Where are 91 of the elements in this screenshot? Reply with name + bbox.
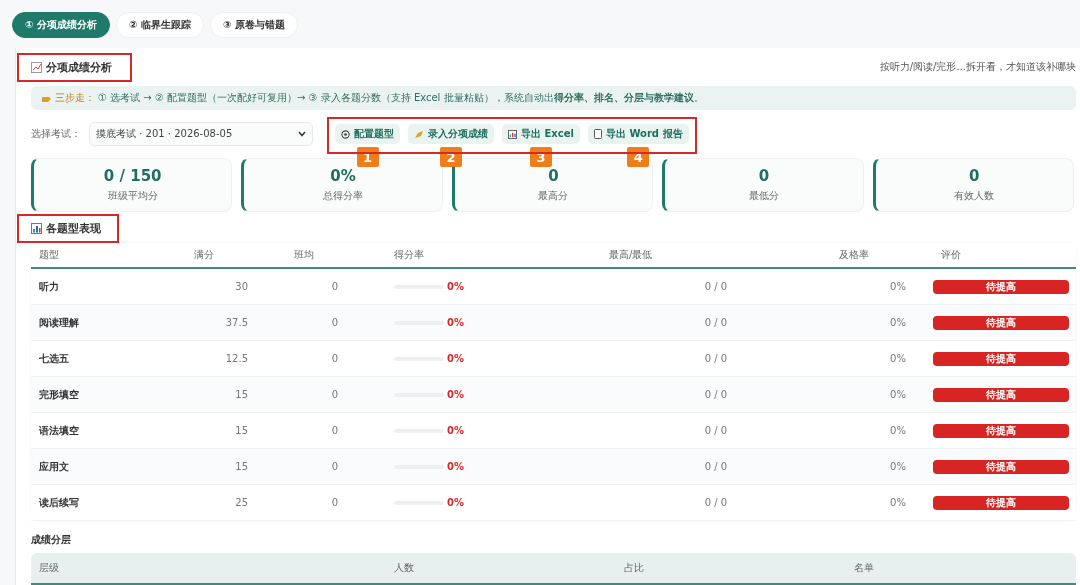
table-cell-text: 0 (330, 425, 339, 436)
column-header: 及格率 (838, 248, 870, 262)
verdict-badge: 待提高 (933, 279, 1069, 294)
table-cell-text: 0 / 0 (703, 353, 729, 364)
verdict-badge: 待提高 (933, 495, 1069, 510)
table-cell-text: 0 / 0 (703, 317, 729, 328)
tab[interactable]: ③ 原卷与错题 (209, 12, 298, 38)
table-cell-text: 0% (889, 497, 907, 508)
action-button[interactable]: 导出 Word 报告 (587, 124, 689, 144)
column-header: 人数 (393, 561, 415, 575)
verdict-badge: 待提高 (933, 315, 1069, 330)
rate-value: 0% (447, 281, 464, 292)
table-cell-text: 0 (330, 497, 339, 508)
tab[interactable]: ② 临界生跟踪 (115, 12, 204, 38)
table-cell-text: 25 (234, 497, 249, 508)
gear-icon (341, 129, 350, 139)
verdict-badge: 待提高 (933, 351, 1069, 366)
table-cell-text: 15 (234, 425, 249, 436)
stat-value: 0 / 150 (103, 167, 162, 185)
table-cell-text: 0 / 0 (703, 425, 729, 436)
table-cell-text: 0% (889, 353, 907, 364)
tier-title: 成绩分层 (31, 533, 72, 547)
notice-text: ① 选考试 → ② 配置题型（一次配好可复用）→ ③ 录入各题分数（支持 Excel 批量粘贴），系统自动出得分率、排名、分层与教学建议。 (98, 91, 704, 105)
table-cell-text: 阅读理解 (38, 315, 80, 330)
table-cell-text: 应用文 (38, 459, 70, 474)
column-header: 评价 (940, 248, 962, 262)
table-cell-text: 0 (330, 389, 339, 400)
table-cell-text: 0 (330, 281, 339, 292)
table-cell-text: 0% (889, 461, 907, 472)
rate-value: 0% (447, 389, 464, 400)
stat-label: 有效人数 (954, 189, 995, 203)
column-header: 得分率 (393, 248, 425, 262)
rate-value: 0% (447, 425, 464, 436)
chart-icon (31, 61, 42, 73)
stat-label: 最高分 (538, 189, 569, 203)
action-button[interactable]: 录入分项成绩 (408, 124, 494, 144)
table-cell-text: 完形填空 (38, 387, 80, 402)
tab[interactable]: ① 分项成绩分析 (12, 12, 110, 38)
table-cell-text: 30 (234, 281, 249, 292)
column-header: 题型 (38, 248, 60, 262)
table-cell-text: 0 (330, 317, 339, 328)
column-header: 占比 (623, 561, 645, 575)
chevron-down-icon (298, 131, 306, 137)
stat-label: 总得分率 (323, 189, 364, 203)
stat-value: 0 (969, 167, 980, 185)
stat-label: 班级平均分 (107, 189, 158, 203)
column-header: 最高/最低 (608, 248, 654, 262)
table-cell-text: 0% (889, 281, 907, 292)
table-cell-text: 0 / 0 (703, 389, 729, 400)
table-cell-text: 12.5 (224, 353, 249, 364)
table-cell-text: 37.5 (224, 317, 249, 328)
exam-label: 选择考试： (31, 127, 81, 141)
column-header: 满分 (193, 248, 215, 262)
table-cell-text: 读后续写 (38, 495, 80, 510)
column-header: 班均 (293, 248, 315, 262)
table-cell-text: 0 / 0 (703, 281, 729, 292)
table-cell-text: 0% (889, 317, 907, 328)
table-cell-text: 语法填空 (38, 423, 80, 438)
table-cell-text: 0 / 0 (703, 461, 729, 472)
stat-value: 0 (758, 167, 770, 185)
column-header: 名单 (853, 561, 875, 575)
bar-chart-icon (31, 222, 42, 234)
rate-value: 0% (447, 353, 464, 364)
rate-value: 0% (447, 317, 464, 328)
verdict-badge: 待提高 (933, 387, 1069, 402)
stat-value: 0 (548, 167, 559, 185)
table-cell-text: 0 (330, 353, 339, 364)
table-cell-text: 15 (234, 389, 249, 400)
rate-value: 0% (447, 461, 464, 472)
table-cell-text: 0% (889, 425, 907, 436)
chart-icon (508, 129, 517, 139)
table-cell-text: 0% (889, 389, 907, 400)
table-cell-text: 七选五 (38, 351, 70, 366)
column-header: 层级 (38, 561, 60, 575)
exam-select[interactable]: 摸底考试 · 201 · 2026-08-05 (89, 122, 313, 146)
panel-title: 分项成绩分析 (46, 59, 112, 75)
table-cell-text: 听力 (38, 279, 60, 294)
rate-value: 0% (447, 497, 464, 508)
panel-subtitle: 按听力/阅读/完形...拆开看，才知道该补哪块 (879, 60, 1076, 74)
action-button[interactable]: 导出 Excel (502, 124, 580, 144)
notice-lead: 三步走： (55, 91, 95, 105)
stat-label: 最低分 (748, 189, 779, 203)
table-cell-text: 0 (330, 461, 339, 472)
section-title: 各题型表现 (46, 220, 101, 236)
verdict-badge: 待提高 (933, 459, 1069, 474)
stat-value: 0% (330, 167, 356, 185)
verdict-badge: 待提高 (933, 423, 1069, 438)
table-cell-text: 0 / 0 (703, 497, 729, 508)
action-button[interactable]: 配置题型 (335, 124, 400, 144)
document-icon (593, 129, 602, 139)
table-cell-text: 15 (234, 461, 249, 472)
